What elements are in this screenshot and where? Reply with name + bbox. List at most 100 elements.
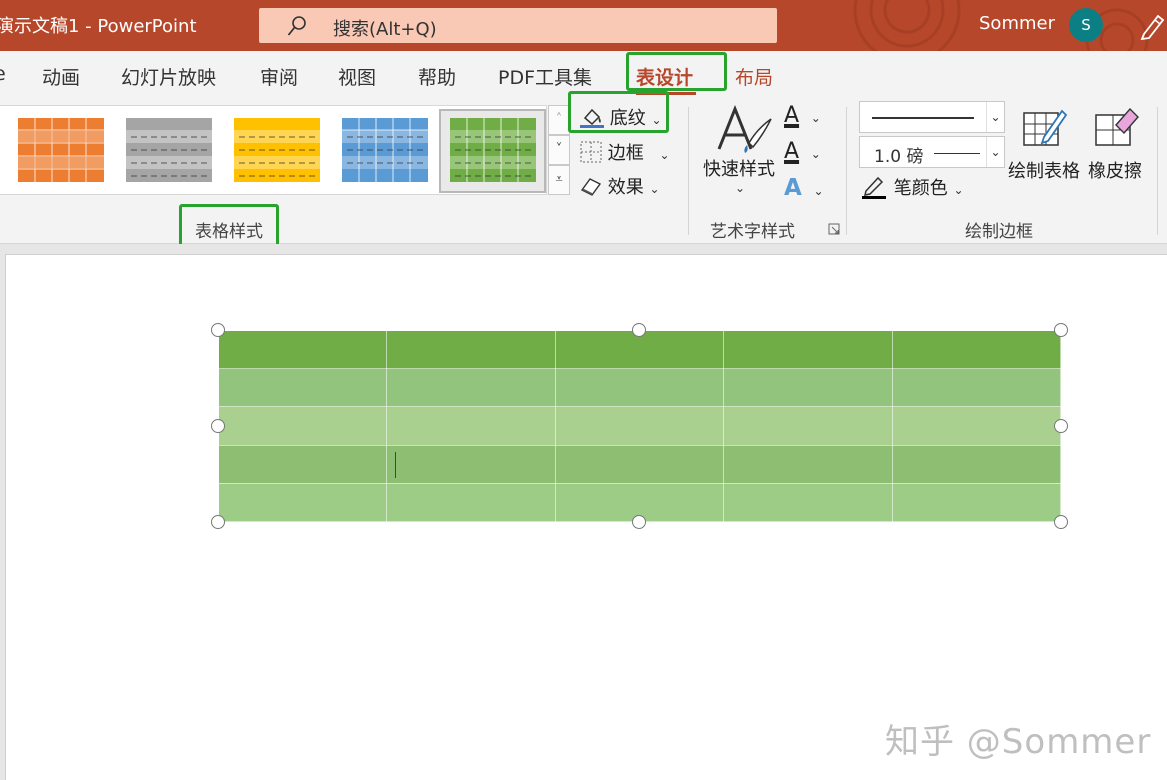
wordart-styles-group-label: 艺术字样式 (710, 222, 795, 242)
eraser-button[interactable]: 橡皮擦 (1088, 105, 1148, 185)
search-icon (287, 16, 306, 36)
resize-handle-bottom[interactable] (632, 515, 646, 529)
table-cell[interactable] (554, 444, 725, 484)
dialog-launcher-icon[interactable] (828, 223, 840, 235)
table-cell[interactable] (723, 482, 893, 523)
table-row (217, 367, 1062, 408)
pen-weight-dropdown[interactable]: 1.0 磅 ⌄ (859, 136, 1005, 168)
pen-color-button[interactable]: 笔颜色 ⌄ (862, 174, 964, 200)
shading-button[interactable]: 底纹 ⌄ (580, 104, 662, 130)
table-style-blue[interactable] (342, 118, 428, 182)
draw-borders-group-label: 绘制边框 (965, 222, 1033, 242)
draw-table-icon (1023, 109, 1068, 146)
chevron-down-icon: ⌄ (953, 183, 964, 197)
group-divider (1157, 107, 1158, 235)
table-cell[interactable] (891, 406, 1062, 446)
tab-review[interactable]: 审阅 (260, 63, 298, 90)
tab-help[interactable]: 帮助 (418, 63, 456, 90)
table-cell[interactable] (386, 482, 556, 523)
tab-slideshow[interactable]: 幻灯片放映 (121, 63, 216, 90)
pen-style-dropdown[interactable]: ⌄ (859, 101, 1005, 133)
tab-layout[interactable]: 布局 (735, 63, 773, 90)
resize-handle-bottom-right[interactable] (1054, 515, 1068, 529)
chevron-down-icon: ⌄ (651, 113, 662, 127)
effects-button[interactable]: 效果 ⌄ (580, 173, 660, 199)
tab-partial[interactable]: e (0, 63, 6, 85)
table-cell[interactable] (891, 482, 1062, 523)
table-row (217, 406, 1062, 446)
user-name[interactable]: Sommer (979, 13, 1055, 34)
paint-bucket-icon (580, 108, 604, 128)
table-cell[interactable] (217, 330, 388, 369)
eraser-label: 橡皮擦 (1088, 161, 1142, 182)
text-effects-button[interactable]: A ⌄ (784, 175, 824, 201)
quick-styles-button[interactable]: 快速样式 ⌄ (703, 105, 779, 197)
table-cell[interactable] (217, 367, 388, 408)
table-style-gallery (0, 105, 547, 195)
window-title: 演示文稿1 - PowerPoint (0, 16, 197, 37)
table-cell[interactable] (891, 444, 1062, 484)
gallery-scroll: ˄ ˅ ⩡ (548, 105, 570, 195)
chevron-down-icon: ⌄ (810, 111, 821, 125)
chevron-down-icon: ⌄ (813, 184, 824, 198)
table-style-gold[interactable] (234, 118, 320, 182)
table-cell[interactable] (217, 444, 388, 484)
gallery-more-button[interactable]: ⩡ (548, 165, 570, 195)
tab-pdf-tools[interactable]: PDF工具集 (498, 63, 592, 90)
wordart-quick-styles-icon (717, 105, 772, 153)
text-outline-icon: A (784, 139, 800, 164)
resize-handle-top-left[interactable] (211, 323, 225, 337)
eraser-icon (1095, 107, 1139, 146)
resize-handle-top-right[interactable] (1054, 323, 1068, 337)
resize-handle-left[interactable] (211, 419, 225, 433)
borders-label: 边框 (607, 143, 644, 164)
pen-icon[interactable] (1138, 10, 1166, 40)
search-placeholder: 搜索(Alt+Q) (333, 19, 437, 40)
table-cell[interactable] (386, 444, 556, 484)
resize-handle-bottom-left[interactable] (211, 515, 225, 529)
table-cell[interactable] (386, 330, 556, 369)
highlight-box-table-design (626, 52, 727, 91)
table-style-orange[interactable] (18, 118, 104, 182)
text-fill-button[interactable]: A ⌄ (784, 103, 821, 128)
text-outline-button[interactable]: A ⌄ (784, 139, 821, 164)
effects-icon (580, 178, 602, 196)
pen-weight-line (934, 153, 980, 154)
resize-handle-top[interactable] (632, 323, 646, 337)
table-cell[interactable] (554, 367, 725, 408)
group-divider (846, 107, 847, 235)
table-cell[interactable] (723, 406, 893, 446)
pen-weight-value: 1.0 磅 (874, 147, 924, 167)
gallery-scroll-up-button[interactable]: ˄ (548, 105, 570, 135)
table-grid[interactable] (217, 330, 1062, 523)
text-cursor (395, 452, 396, 478)
table-cell[interactable] (554, 406, 725, 446)
table-cell[interactable] (386, 406, 556, 446)
resize-handle-right[interactable] (1054, 419, 1068, 433)
quick-styles-label: 快速样式 (703, 159, 775, 180)
group-divider (688, 107, 689, 235)
table-cell[interactable] (891, 367, 1062, 408)
chevron-down-icon: ⌄ (649, 182, 660, 196)
table-cell[interactable] (217, 406, 388, 446)
table-style-green[interactable] (450, 118, 536, 182)
table-cell[interactable] (723, 367, 893, 408)
chevron-down-icon: ⌄ (659, 148, 670, 162)
table-cell[interactable] (386, 367, 556, 408)
draw-table-button[interactable]: 绘制表格 (1008, 105, 1084, 185)
table-style-gray[interactable] (126, 118, 212, 182)
tab-animations[interactable]: 动画 (42, 63, 80, 90)
ribbon: ˄ ˅ ⩡ 底纹 ⌄ 边框 ⌄ 效果 ⌄ 表格样式 快速样式 ⌄ A ⌄ A ⌄… (0, 91, 1167, 258)
table-cell[interactable] (891, 330, 1062, 369)
slide-table[interactable] (217, 330, 1062, 523)
gallery-scroll-down-button[interactable]: ˅ (548, 135, 570, 165)
table-cell[interactable] (217, 482, 388, 523)
search-box[interactable]: 搜索(Alt+Q) (259, 8, 777, 43)
table-cell[interactable] (723, 330, 893, 369)
avatar[interactable]: S (1069, 8, 1103, 42)
text-effects-icon: A (784, 175, 802, 201)
tab-view[interactable]: 视图 (338, 63, 376, 90)
chevron-down-icon: ⌄ (986, 137, 1004, 167)
borders-button[interactable]: 边框 ⌄ (580, 139, 670, 165)
table-cell[interactable] (723, 444, 893, 484)
